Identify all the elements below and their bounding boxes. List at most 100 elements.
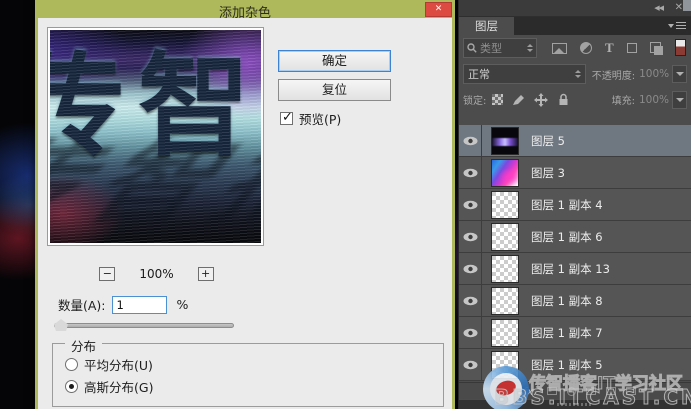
visibility-eye-icon[interactable] [459, 221, 482, 252]
percent-sign: % [177, 297, 189, 312]
filter-type-combo[interactable]: 类型 [463, 38, 537, 58]
resize-grip-icon[interactable] [557, 403, 593, 406]
close-icon[interactable]: ✕ [425, 2, 452, 17]
filter-shape-layers-icon[interactable] [627, 43, 637, 53]
add-noise-dialog: 添加杂色 ✕ 传智播 传智播 − 100% + 数量(A): % [35, 0, 455, 409]
dialog-body: 传智播 传智播 − 100% + 数量(A): % 分布 [38, 18, 452, 409]
layer-row[interactable]: 图层 1 副本 8 [459, 285, 691, 317]
selection-brackets [491, 127, 519, 155]
lock-position-move-icon[interactable] [534, 93, 548, 107]
layer-thumbnail[interactable] [491, 319, 519, 347]
filter-pixel-layers-icon[interactable] [552, 43, 567, 54]
amount-slider[interactable] [54, 319, 234, 331]
filter-smart-objects-icon[interactable] [650, 42, 663, 55]
combo-updown-icon [575, 70, 581, 78]
layer-label: 图层 1 副本 6 [531, 229, 603, 245]
fill-value: 100% [639, 94, 669, 106]
distribution-legend: 分布 [65, 336, 102, 355]
amount-row: 数量(A): % [58, 295, 188, 314]
layer-thumbnail[interactable] [491, 255, 519, 283]
visibility-eye-icon[interactable] [459, 157, 482, 188]
preview-image: 传智播 传智播 [50, 30, 261, 243]
layer-row[interactable]: 图层 1 副本 6 [459, 221, 691, 253]
preview-checkbox-row[interactable]: 预览(P) [280, 109, 341, 128]
layer-filter-row: 类型 T [459, 35, 691, 61]
menu-lines-icon [676, 22, 686, 29]
layer-thumbnail[interactable] [491, 223, 519, 251]
opacity-dropdown-button[interactable] [672, 65, 687, 83]
blend-mode-value: 正常 [468, 66, 575, 82]
panel-close-icon[interactable]: ✕ [675, 2, 683, 13]
layer-thumbnail[interactable] [491, 127, 519, 155]
new-layer-icon[interactable] [606, 387, 616, 395]
lock-label: 锁定: [463, 92, 486, 107]
lock-pixels-brush-icon[interactable] [512, 93, 525, 106]
layer-label: 图层 1 副本 4 [531, 197, 603, 213]
layer-thumbnail[interactable] [491, 287, 519, 315]
layer-row[interactable]: 图层 1 副本 4 [459, 189, 691, 221]
adjustment-layer-icon[interactable] [567, 387, 576, 396]
amount-input[interactable] [112, 296, 167, 314]
layer-label: 图层 1 副本 8 [531, 293, 603, 309]
visibility-eye-icon[interactable] [459, 349, 482, 380]
layer-group-icon[interactable] [586, 387, 596, 395]
layer-thumbnail[interactable] [491, 351, 519, 379]
radio-uniform[interactable]: 平均分布(U) [65, 355, 153, 374]
visibility-eye-icon[interactable] [459, 317, 482, 348]
filter-adjustment-layers-icon[interactable] [580, 42, 592, 54]
layer-label: 图层 1 副本 7 [531, 325, 603, 341]
radio-gaussian-label: 高斯分布(G) [84, 377, 153, 396]
layer-row[interactable]: 图层 1 副本 5 [459, 349, 691, 381]
lock-transparency-icon[interactable] [492, 94, 503, 105]
lock-icons [492, 93, 570, 107]
slider-thumb[interactable] [54, 319, 68, 331]
blend-mode-combo[interactable]: 正常 [463, 64, 586, 84]
layer-thumbnail[interactable] [491, 191, 519, 219]
layers-panel-footer: fx. [459, 382, 691, 399]
blend-mode-row: 正常 不透明度: 100% [459, 61, 691, 87]
filter-type-label: 类型 [480, 40, 527, 56]
noise-preview-frame[interactable]: 传智播 传智播 [47, 27, 264, 246]
distribution-group: 分布 平均分布(U) 高斯分布(G) [52, 343, 444, 407]
visibility-eye-icon[interactable] [459, 125, 482, 156]
ok-button[interactable]: 确定 [278, 50, 391, 72]
visibility-eye-icon[interactable] [459, 285, 482, 316]
slider-track[interactable] [54, 323, 234, 328]
panel-menu-icon[interactable] [668, 22, 686, 29]
layer-thumbnail[interactable] [491, 159, 519, 187]
combo-updown-icon [527, 44, 533, 52]
radio-gaussian[interactable]: 高斯分布(G) [65, 377, 153, 396]
scrollbar-stub[interactable] [683, 0, 691, 11]
preview-zoom-controls: − 100% + [47, 267, 266, 281]
zoom-out-button[interactable]: − [99, 267, 115, 281]
opacity-label: 不透明度: [592, 67, 635, 82]
layers-panel: ◀◀ ✕ 图层 类型 T [458, 0, 691, 409]
filter-on-off-toggle[interactable] [675, 39, 686, 56]
reset-button[interactable]: 复位 [278, 79, 391, 101]
visibility-eye-icon[interactable] [459, 189, 482, 220]
layer-row[interactable]: 图层 3 [459, 157, 691, 189]
delete-layer-icon[interactable] [626, 387, 636, 395]
radio-uniform-circle[interactable] [65, 358, 78, 371]
menu-triangle-icon [668, 24, 674, 28]
radio-gaussian-circle[interactable] [65, 380, 78, 393]
collapse-panels-icon[interactable]: ◀◀ [654, 4, 663, 12]
layer-row[interactable]: 图层 1 副本 7 [459, 317, 691, 349]
layer-fx-icon[interactable]: fx. [523, 385, 537, 398]
layer-row[interactable]: 图层 1 副本 13 [459, 253, 691, 285]
layer-mask-icon[interactable] [547, 387, 557, 395]
screenshot-root: 添加杂色 ✕ 传智播 传智播 − 100% + 数量(A): % [0, 0, 691, 409]
visibility-eye-icon[interactable] [459, 253, 482, 284]
fill-label: 填充: [612, 92, 635, 107]
lock-all-icon[interactable] [557, 93, 570, 106]
panel-resize-strip [459, 400, 691, 409]
filter-type-layers-icon[interactable]: T [605, 42, 614, 54]
tab-layers[interactable]: 图层 [459, 17, 514, 35]
fill-dropdown-button[interactable] [672, 91, 687, 109]
lock-row: 锁定: 填充: 100% [459, 87, 691, 112]
preview-checkbox[interactable] [280, 112, 293, 125]
zoom-in-button[interactable]: + [198, 267, 214, 281]
layer-label: 图层 5 [531, 133, 565, 149]
layer-row[interactable]: 图层 5 [459, 125, 691, 157]
fill-group: 填充: 100% [606, 91, 687, 109]
